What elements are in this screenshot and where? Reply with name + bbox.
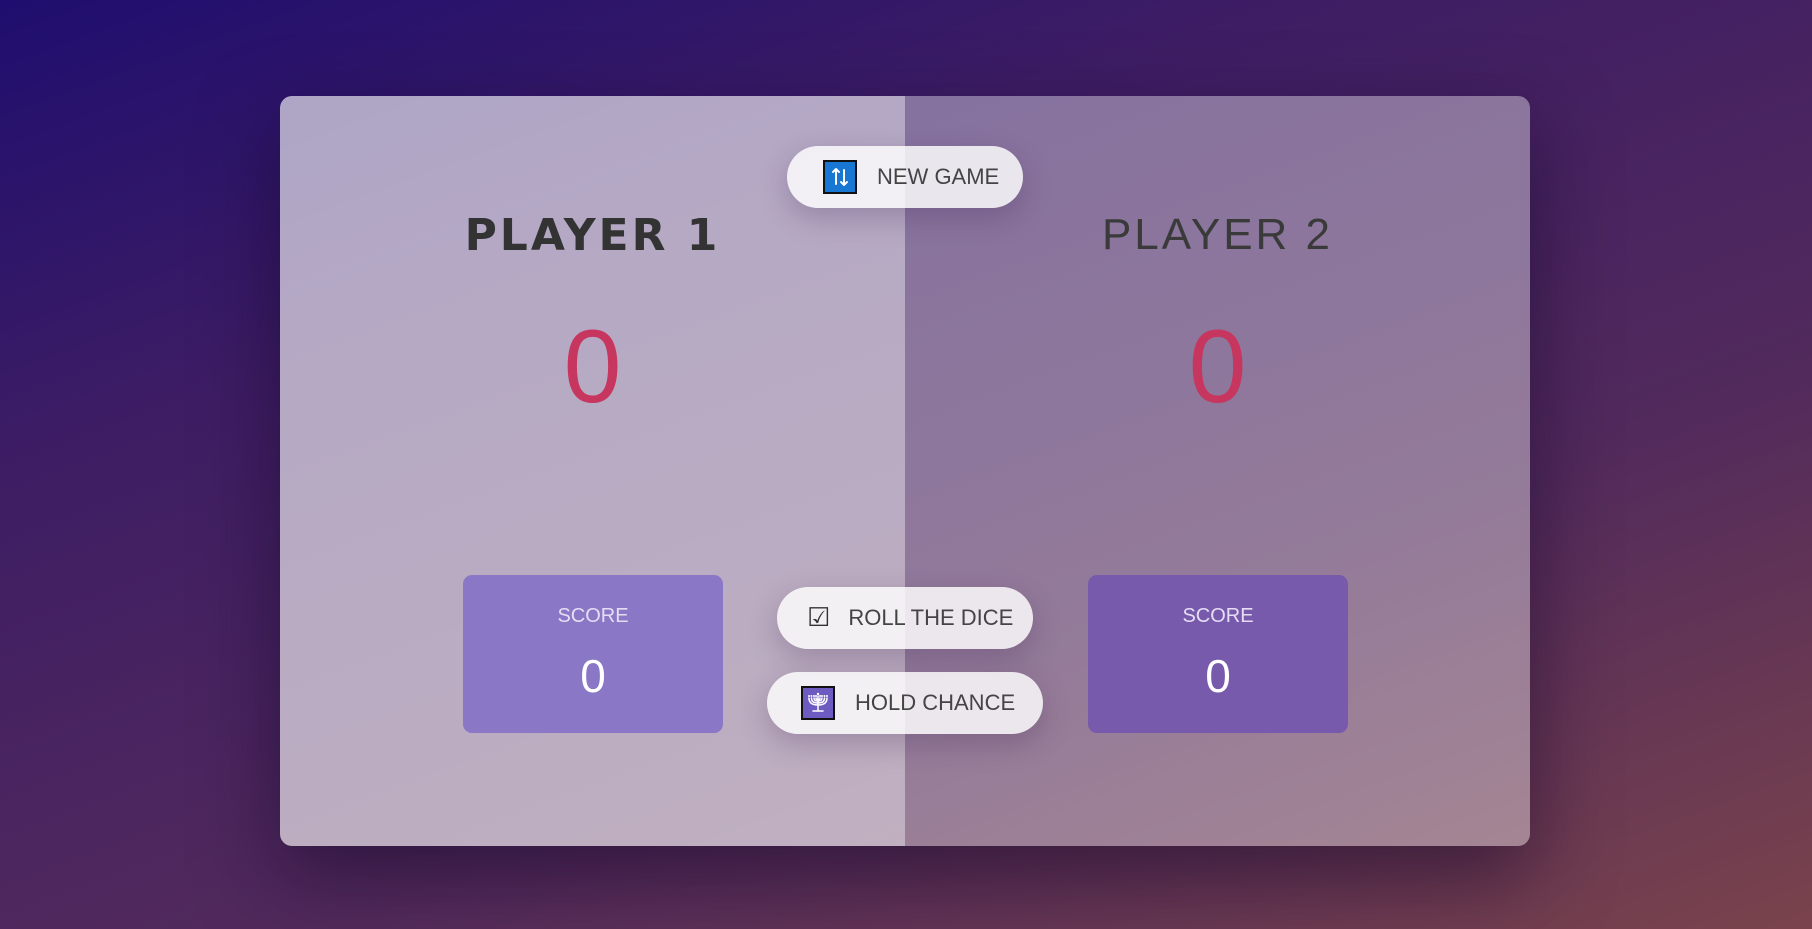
menorah-icon <box>801 686 835 720</box>
new-game-label: NEW GAME <box>877 164 1000 189</box>
player-2-current-box: SCORE 0 <box>1088 575 1348 733</box>
player-1-total-score: 0 <box>563 309 622 425</box>
player-1-name: PLAYER 1 <box>464 210 721 261</box>
player-1-current-box: SCORE 0 <box>463 575 723 733</box>
roll-dice-button[interactable]: ☑ ROLL THE DICE <box>777 587 1033 649</box>
player-2-current-label: SCORE <box>1182 605 1254 627</box>
player-2-name: PLAYER 2 <box>1101 210 1334 259</box>
game-board: PLAYER 1 0 SCORE 0 PLAYER 2 0 SCORE 0 NE… <box>280 96 1530 846</box>
refresh-icon <box>823 160 857 194</box>
new-game-button[interactable]: NEW GAME <box>787 146 1023 208</box>
player-1-current-score: 0 <box>580 650 606 702</box>
checkbox-icon: ☑ <box>807 603 831 633</box>
roll-dice-label: ROLL THE DICE <box>848 605 1014 630</box>
player-2-total-score: 0 <box>1188 309 1247 425</box>
hold-chance-label: HOLD CHANCE <box>855 690 1016 715</box>
hold-chance-button[interactable]: HOLD CHANCE <box>767 672 1043 734</box>
player-1-current-label: SCORE <box>557 605 629 627</box>
player-2-current-score: 0 <box>1205 650 1231 702</box>
